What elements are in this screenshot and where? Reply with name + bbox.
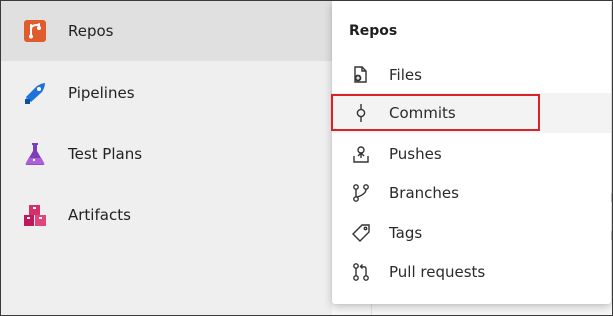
sidebar-item-repos[interactable]: Repos (1, 1, 332, 61)
menu-item-label: Tags (389, 224, 423, 242)
highlight-annotation-box (331, 94, 540, 131)
menu-item-pushes[interactable]: Pushes (332, 134, 611, 174)
repos-flyout-menu: Repos Files Commits Pushes Branches Tags… (331, 1, 611, 304)
pipelines-icon (23, 81, 47, 105)
app-window: Repos Pipelines Test Plans Artifacts Rep… (0, 0, 613, 316)
menu-item-label: Branches (389, 184, 459, 202)
menu-item-commits[interactable]: Commits (331, 93, 611, 133)
test-plans-icon (23, 142, 47, 166)
menu-item-files[interactable]: Files (332, 55, 611, 95)
menu-item-tags[interactable]: Tags (332, 213, 611, 253)
tags-icon (351, 223, 371, 243)
sidebar-item-label: Artifacts (68, 206, 131, 224)
repos-icon (23, 19, 47, 43)
sidebar-item-test-plans[interactable]: Test Plans (1, 124, 332, 184)
pull-requests-icon (351, 262, 371, 282)
branches-icon (351, 183, 371, 203)
menu-item-branches[interactable]: Branches (332, 173, 611, 213)
artifacts-icon (23, 203, 47, 227)
files-icon (351, 65, 371, 85)
sidebar-item-artifacts[interactable]: Artifacts (1, 185, 332, 245)
sidebar-item-label: Pipelines (68, 84, 135, 102)
sidebar-item-pipelines[interactable]: Pipelines (1, 63, 332, 123)
left-nav-sidebar: Repos Pipelines Test Plans Artifacts (1, 1, 332, 315)
menu-item-label: Pull requests (389, 263, 486, 281)
sidebar-item-label: Repos (68, 22, 114, 40)
pushes-icon (351, 144, 371, 164)
menu-item-label: Files (389, 66, 422, 84)
flyout-title: Repos (349, 23, 398, 39)
sidebar-item-label: Test Plans (68, 145, 143, 163)
menu-item-label: Pushes (389, 145, 442, 163)
menu-item-pull-requests[interactable]: Pull requests (332, 252, 611, 292)
